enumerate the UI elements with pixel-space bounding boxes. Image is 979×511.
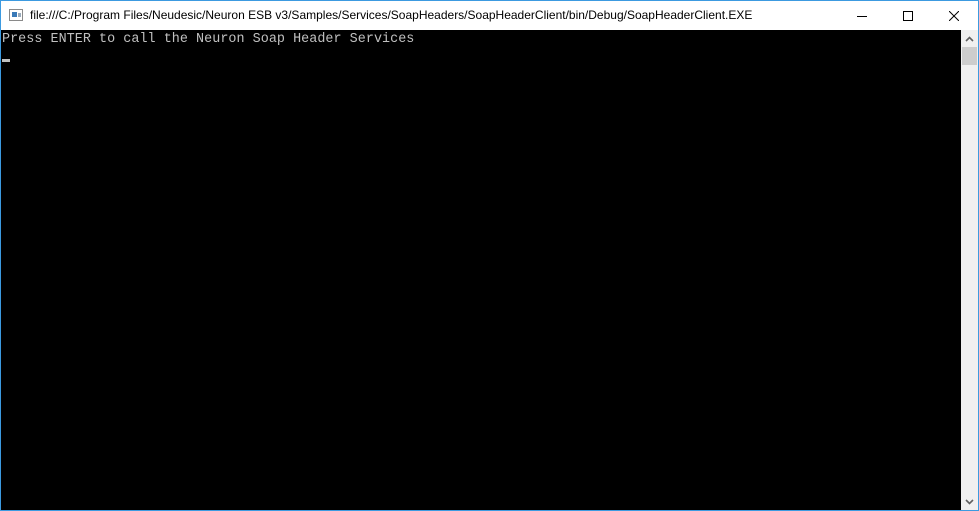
title-bar[interactable]: file:///C:/Program Files/Neudesic/Neuron… <box>1 1 978 30</box>
console-app-icon[interactable] <box>9 9 23 21</box>
window-title: file:///C:/Program Files/Neudesic/Neuron… <box>30 8 753 22</box>
console-line: Press ENTER to call the Neuron Soap Head… <box>2 32 415 47</box>
app-icon-bar <box>18 13 21 17</box>
chevron-up-icon <box>965 35 974 42</box>
scroll-down-button[interactable] <box>961 493 978 510</box>
maximize-icon <box>903 10 913 21</box>
scroll-thumb[interactable] <box>962 47 977 65</box>
chevron-down-icon <box>965 498 974 505</box>
close-icon <box>949 10 959 21</box>
minimize-icon <box>857 15 867 17</box>
vertical-scrollbar[interactable] <box>961 30 978 510</box>
close-button[interactable] <box>931 1 977 30</box>
console-window: file:///C:/Program Files/Neudesic/Neuron… <box>0 0 979 511</box>
console-output[interactable]: Press ENTER to call the Neuron Soap Head… <box>1 30 961 510</box>
text-cursor <box>2 59 10 62</box>
scroll-up-button[interactable] <box>961 30 978 47</box>
maximize-button[interactable] <box>885 1 931 30</box>
minimize-button[interactable] <box>839 1 885 30</box>
app-icon-glyph <box>12 12 17 17</box>
